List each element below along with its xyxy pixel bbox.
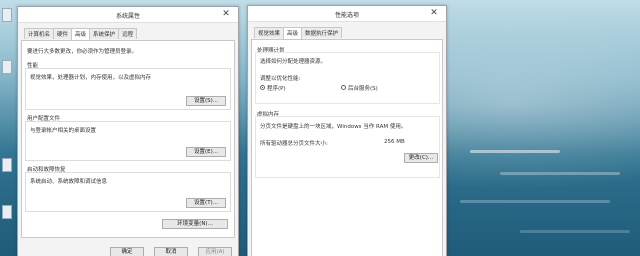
paging-file-size-value: 256 MB <box>384 139 405 145</box>
tab-visual-effects[interactable]: 视觉效果 <box>254 27 285 38</box>
apply-button[interactable]: 应用(A) <box>198 247 232 256</box>
window-title: 性能选项 <box>334 12 359 19</box>
tab-dep[interactable]: 数据执行保护 <box>301 27 343 38</box>
processor-scheduling-group: 选择如何分配处理器资源。 调整以优化性能: 程序(P) 后台服务(S) <box>255 52 440 104</box>
virtual-memory-group: 分页文件是硬盘上的一块区域，Windows 当作 RAM 使用。 所有驱动器总分… <box>255 116 440 178</box>
wave <box>500 172 620 175</box>
desktop-shortcut-icon[interactable] <box>2 205 12 219</box>
system-properties-window: 系统属性 ✕ 计算机名 硬件 高级 系统保护 远程 要进行大多数更改，你必须作为管理员登… <box>17 6 239 256</box>
close-icon[interactable]: ✕ <box>220 9 232 20</box>
tab-strip: 计算机名 硬件 高级 系统保护 远程 <box>18 27 238 40</box>
advanced-panel: 要进行大多数更改，你必须作为管理员登录。 性能 视觉效果，处理器计划，内存使用，… <box>21 40 235 238</box>
advanced-panel: 处理器计划 选择如何分配处理器资源。 调整以优化性能: 程序(P) 后台服务(S… <box>251 39 443 256</box>
radio-background-services[interactable]: 后台服务(S) <box>341 84 378 92</box>
performance-options-window: 性能选项 ✕ 视觉效果 高级 数据执行保护 处理器计划 选择如何分配处理器资源。 调… <box>247 5 447 256</box>
tab-strip: 视觉效果 高级 数据执行保护 <box>248 26 446 39</box>
processor-scheduling-desc: 选择如何分配处理器资源。 <box>260 59 327 65</box>
virtual-memory-desc: 分页文件是硬盘上的一块区域，Windows 当作 RAM 使用。 <box>260 124 407 130</box>
wave <box>520 230 630 233</box>
cancel-button[interactable]: 取消 <box>154 247 188 256</box>
radio-unselected-icon <box>341 85 346 90</box>
user-profiles-desc: 与登录帐户相关的桌面设置 <box>30 128 97 134</box>
tab-hardware[interactable]: 硬件 <box>53 28 73 39</box>
tab-computer-name[interactable]: 计算机名 <box>24 28 55 39</box>
title-bar[interactable]: 性能选项 ✕ <box>248 6 446 22</box>
window-title: 系统属性 <box>115 13 140 20</box>
environment-variables-button[interactable]: 环境变量(N)... <box>162 219 228 229</box>
close-icon[interactable]: ✕ <box>428 8 440 19</box>
wave <box>460 200 610 203</box>
startup-recovery-group: 系统启动、系统故障和调试信息 设置(T)... <box>25 172 231 212</box>
performance-desc: 视觉效果，处理器计划，内存使用，以及虚拟内存 <box>30 75 152 81</box>
performance-settings-button[interactable]: 设置(S)... <box>186 96 226 106</box>
tab-advanced[interactable]: 高级 <box>71 28 91 40</box>
title-bar[interactable]: 系统属性 ✕ <box>18 7 238 23</box>
admin-note: 要进行大多数更改，你必须作为管理员登录。 <box>27 49 138 55</box>
user-profiles-group: 与登录帐户相关的桌面设置 设置(E)... <box>25 121 231 161</box>
desktop-shortcut-icon[interactable] <box>2 8 12 22</box>
wave <box>470 150 560 153</box>
adjust-label: 调整以优化性能: <box>260 76 301 82</box>
startup-recovery-desc: 系统启动、系统故障和调试信息 <box>30 179 108 185</box>
tab-advanced[interactable]: 高级 <box>283 27 303 39</box>
tab-system-protection[interactable]: 系统保护 <box>89 28 120 39</box>
desktop-shortcut-icon[interactable] <box>2 158 12 172</box>
change-button[interactable]: 更改(C)... <box>404 153 438 163</box>
radio-programs[interactable]: 程序(P) <box>260 84 286 92</box>
tab-remote[interactable]: 远程 <box>118 28 138 39</box>
radio-selected-icon <box>260 85 265 90</box>
startup-recovery-settings-button[interactable]: 设置(T)... <box>186 198 226 208</box>
ok-button[interactable]: 确定 <box>110 247 144 256</box>
radio-background-services-label: 后台服务(S) <box>348 86 378 92</box>
paging-file-size-label: 所有驱动器总分页文件大小: <box>260 141 328 147</box>
radio-programs-label: 程序(P) <box>267 86 286 92</box>
user-profiles-settings-button[interactable]: 设置(E)... <box>186 147 226 157</box>
desktop-shortcut-icon[interactable] <box>2 60 12 74</box>
performance-group: 视觉效果，处理器计划，内存使用，以及虚拟内存 设置(S)... <box>25 68 231 110</box>
